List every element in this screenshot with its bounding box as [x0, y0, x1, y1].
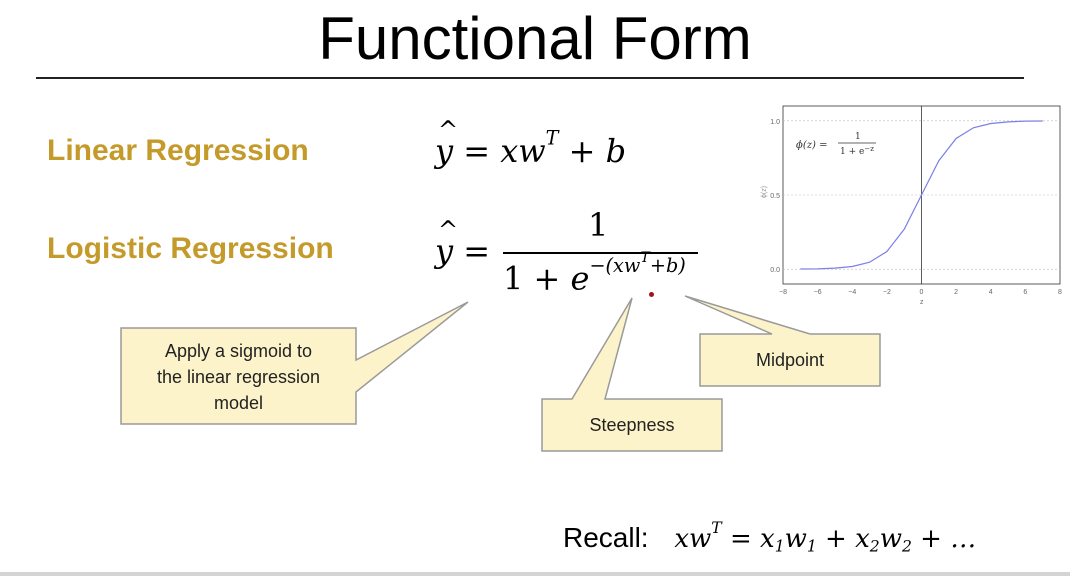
chart-formula-lhs: ϕ(z) =: [796, 140, 827, 151]
chart-ylabel: ϕ(z): [761, 186, 768, 198]
sigmoid-chart-svg: 0.00.51.0−8 −6 −4 −2 0 2 4 6 8 ϕ(z) = 1 1 + e−z …: [761, 105, 1062, 306]
chart-x-tick-label: −6: [814, 289, 822, 296]
recall-label: Recall:: [563, 522, 649, 553]
chart-xlabel: z: [920, 299, 924, 306]
recall-equation: Recall: xwT = x1w1 + x2w2 + …: [563, 518, 977, 556]
chart-y-tick-label: 1.0: [770, 119, 780, 126]
chart-x-tick-label: 0: [920, 289, 924, 296]
recall-expression: xwT = x1w1 + x2w2 + …: [674, 518, 977, 556]
chart-y-tick-label: 0.0: [770, 267, 780, 274]
chart-x-tick-label: 4: [989, 289, 993, 296]
chart-x-tick-label: 8: [1058, 289, 1062, 296]
chart-x-tick-label: 6: [1023, 289, 1027, 296]
chart-x-tick-label: −2: [883, 289, 891, 296]
chart-formula-num: 1: [855, 132, 861, 142]
steepness-callout: Steepness: [589, 415, 675, 435]
chart-x-tick-label: −4: [848, 289, 856, 296]
chart-x-tick-label: −8: [779, 289, 787, 296]
bottom-scrollbar[interactable]: [0, 572, 1070, 576]
sigmoid-callout: Apply a sigmoid to the linear regression…: [156, 341, 321, 413]
chart-x-tick-label: 2: [954, 289, 958, 296]
sigmoid-chart: 0.0 0.5 1.0 −8 −6 −4 −2 0 2 4 6 8 ϕ(z) = 1 1 + e−z …: [760, 103, 1062, 308]
midpoint-callout: Midpoint: [755, 350, 825, 370]
chart-y-tick-label: 0.5: [770, 193, 780, 200]
